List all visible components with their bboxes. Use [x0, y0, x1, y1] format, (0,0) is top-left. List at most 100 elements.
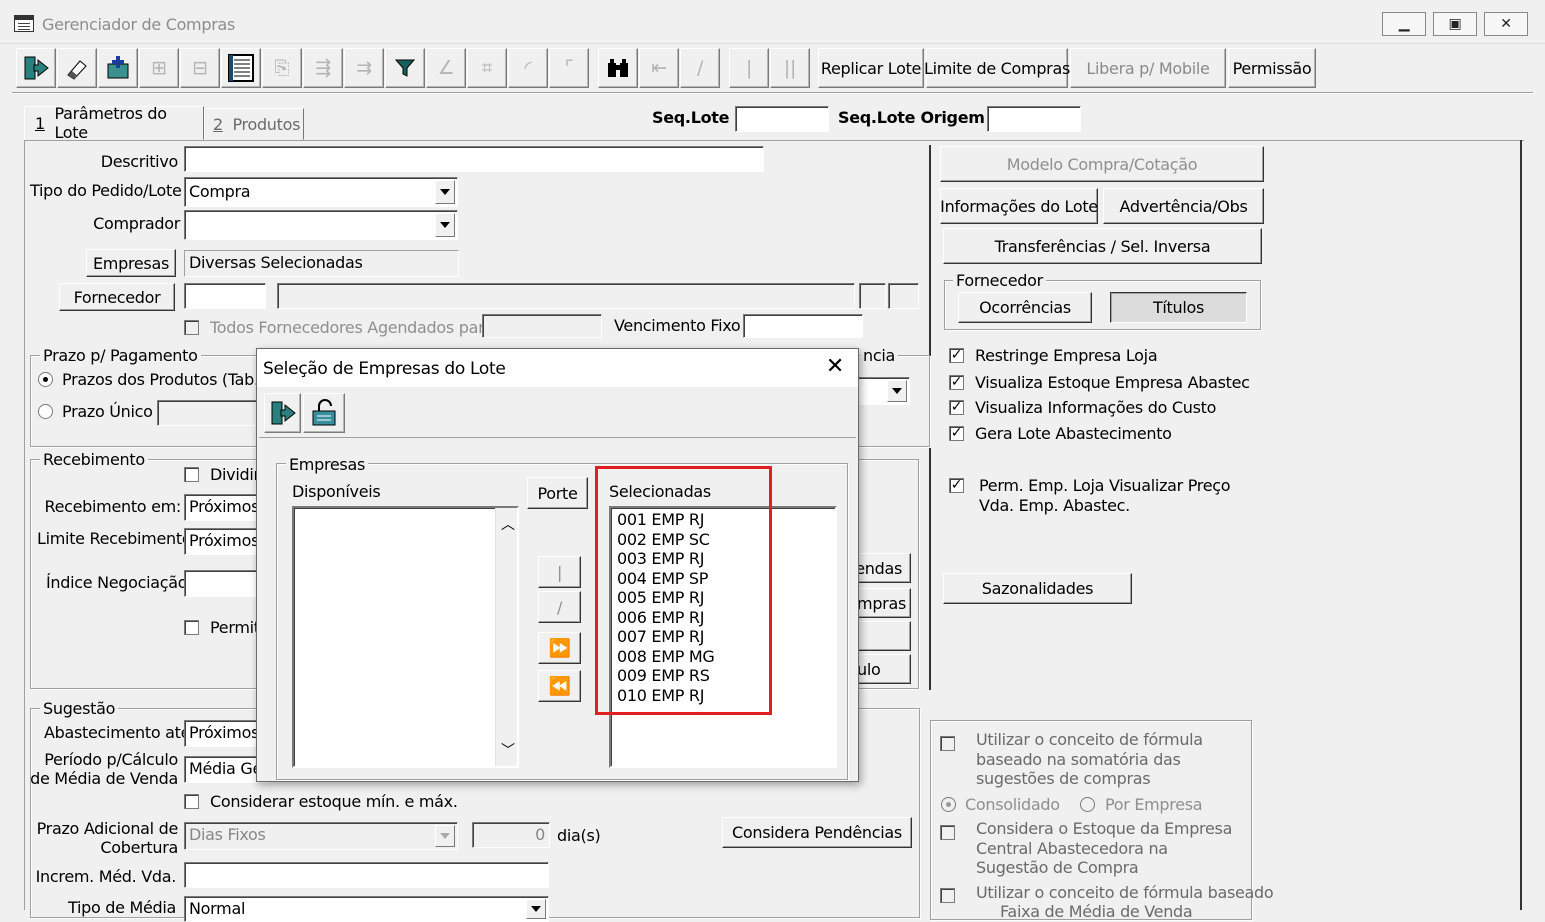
minimize-button[interactable]: ▁	[1382, 12, 1426, 36]
split-icon[interactable]: ⇶	[303, 48, 343, 88]
merge-icon[interactable]: ⇉	[344, 48, 384, 88]
utilizar-formula-checkbox[interactable]	[940, 736, 955, 751]
disponiveis-listbox[interactable]: ︿ ﹀	[292, 506, 519, 768]
considera-estoque-checkbox[interactable]	[940, 825, 955, 840]
tipo-pedido-select[interactable]: Compra	[184, 177, 458, 207]
replicar-lote-button[interactable]: Replicar Lote	[818, 48, 924, 88]
tab-parametros-lote[interactable]: 1 Parâmetros do Lote	[24, 104, 204, 142]
previous-record-icon[interactable]: /	[680, 48, 720, 88]
titulos-button[interactable]: Títulos	[1110, 292, 1247, 323]
tipo-media-select[interactable]: Normal	[184, 896, 549, 922]
steps-icon[interactable]: ⌗	[467, 48, 507, 88]
informacoes-lote-button[interactable]: Informações do Lote	[940, 188, 1098, 224]
binoculars-icon[interactable]	[598, 48, 638, 88]
considerar-estoque-label: Considerar estoque mín. e máx.	[210, 792, 458, 811]
grid-list-icon[interactable]	[221, 48, 261, 88]
considerar-estoque-checkbox[interactable]	[184, 794, 199, 809]
considera-pendencias-button[interactable]: Considera Pendências	[722, 817, 912, 848]
tipo-pedido-value: Compra	[189, 182, 251, 201]
restringe-checkbox[interactable]: ✓	[949, 348, 964, 363]
libera-mobile-button[interactable]: Libera p/ Mobile	[1070, 48, 1226, 88]
maximize-button[interactable]: ▣	[1433, 12, 1477, 36]
seq-lote-input[interactable]	[735, 106, 829, 132]
increm-input[interactable]	[184, 862, 549, 888]
sugestao-title: Sugestão	[40, 699, 119, 718]
dividir-checkbox[interactable]	[184, 467, 199, 482]
visualiza-estoque-checkbox[interactable]: ✓	[949, 375, 964, 390]
por-empresa-radio[interactable]	[1080, 797, 1095, 812]
exit-icon[interactable]	[264, 393, 301, 433]
first-record-icon[interactable]: ⇤	[639, 48, 679, 88]
tab-produtos[interactable]: 2 Produtos	[204, 108, 304, 140]
exit-icon[interactable]	[16, 48, 56, 88]
gera-lote-checkbox[interactable]: ✓	[949, 426, 964, 441]
limite-recebimento-label: Limite Recebimento:	[37, 529, 197, 548]
perm-emp-checkbox[interactable]: ✓	[949, 478, 964, 493]
tree-expand-icon[interactable]: ⊞	[139, 48, 179, 88]
advertencia-button[interactable]: Advertência/Obs	[1103, 188, 1264, 224]
ocorrencias-button[interactable]: Ocorrências	[958, 292, 1092, 323]
chart-icon[interactable]: ∠	[426, 48, 466, 88]
prazo-adicional-num[interactable]: 0	[472, 822, 550, 848]
perm-emp-label-1: Perm. Emp. Loja Visualizar Preço	[979, 476, 1231, 495]
chevron-down-icon[interactable]	[526, 899, 546, 919]
prazo-unico-label: Prazo Único	[62, 402, 153, 421]
chevron-down-icon[interactable]	[435, 213, 455, 237]
chevron-down-icon[interactable]	[435, 825, 455, 847]
transferencias-button[interactable]: Transferências / Sel. Inversa	[943, 228, 1262, 264]
sazonalidades-button[interactable]: Sazonalidades	[943, 573, 1132, 604]
prazo-produtos-radio[interactable]	[38, 372, 53, 387]
chevron-up-icon[interactable]: ︿	[501, 514, 515, 534]
unlock-icon[interactable]	[303, 393, 345, 433]
hidden-group-select[interactable]	[850, 377, 910, 405]
recebimento-title: Recebimento	[40, 450, 148, 469]
move-one-right-icon[interactable]: |	[538, 556, 581, 588]
disponiveis-scrollbar[interactable]: ︿ ﹀	[495, 508, 517, 766]
limite-compras-button[interactable]: Limite de Compras	[924, 48, 1070, 88]
prazo-unico-radio[interactable]	[38, 404, 53, 419]
curve-icon[interactable]: ◜	[508, 48, 548, 88]
last-record-icon[interactable]: ||	[770, 48, 810, 88]
seq-lote-origem-label: Seq.Lote Origem	[838, 108, 985, 127]
permite-checkbox[interactable]	[184, 620, 199, 635]
todos-fornecedores-checkbox[interactable]	[184, 320, 199, 335]
tipo-media-label: Tipo de Média	[68, 898, 176, 917]
permissao-button[interactable]: Permissão	[1228, 48, 1316, 88]
seq-lote-origem-input[interactable]	[987, 106, 1081, 132]
fornecedor-button[interactable]: Fornecedor	[59, 283, 175, 311]
descritivo-input[interactable]	[184, 146, 764, 172]
fornecedor-name-field	[277, 283, 855, 309]
eraser-icon[interactable]	[57, 48, 97, 88]
filter-icon[interactable]	[385, 48, 425, 88]
vencimento-fixo-input[interactable]	[743, 314, 863, 338]
empresas-button[interactable]: Empresas	[86, 249, 176, 277]
todos-fornecedores-input[interactable]	[482, 314, 602, 338]
periodo-label-1: Período p/Cálculo	[44, 750, 178, 769]
tree-collapse-icon[interactable]: ⊟	[180, 48, 220, 88]
empresas-dialog-title: Empresas	[286, 455, 368, 474]
visualiza-info-checkbox[interactable]: ✓	[949, 400, 964, 415]
prazo-adicional-select[interactable]: Dias Fixos	[184, 822, 458, 850]
prazo-unico-input[interactable]	[157, 400, 267, 426]
move-all-left-icon[interactable]: ⏪	[538, 670, 581, 702]
close-window-button[interactable]: ✕	[1484, 12, 1528, 36]
chevron-down-icon[interactable]: ﹀	[501, 740, 515, 760]
porte-button[interactable]: Porte	[527, 477, 588, 509]
dividir-label: Dividir	[210, 465, 260, 484]
tab-frame-left	[24, 140, 25, 910]
move-one-left-icon[interactable]: /	[538, 591, 581, 623]
close-icon[interactable]: ✕	[824, 356, 846, 379]
document-icon[interactable]: ⎘	[262, 48, 302, 88]
chevron-down-icon[interactable]	[887, 380, 907, 402]
next-record-icon[interactable]: |	[729, 48, 769, 88]
add-item-icon[interactable]	[98, 48, 138, 88]
selecionadas-highlight-box	[595, 466, 772, 715]
consolidado-radio[interactable]	[941, 797, 956, 812]
frame-icon[interactable]: ⌜	[549, 48, 589, 88]
comprador-select[interactable]	[184, 210, 458, 240]
chevron-down-icon[interactable]	[435, 180, 455, 204]
move-all-right-icon[interactable]: ⏩	[538, 632, 581, 664]
fornecedor-code-input[interactable]	[184, 283, 266, 309]
utilizar-faixa-checkbox[interactable]	[940, 888, 955, 903]
modelo-compra-button[interactable]: Modelo Compra/Cotação	[940, 146, 1264, 182]
